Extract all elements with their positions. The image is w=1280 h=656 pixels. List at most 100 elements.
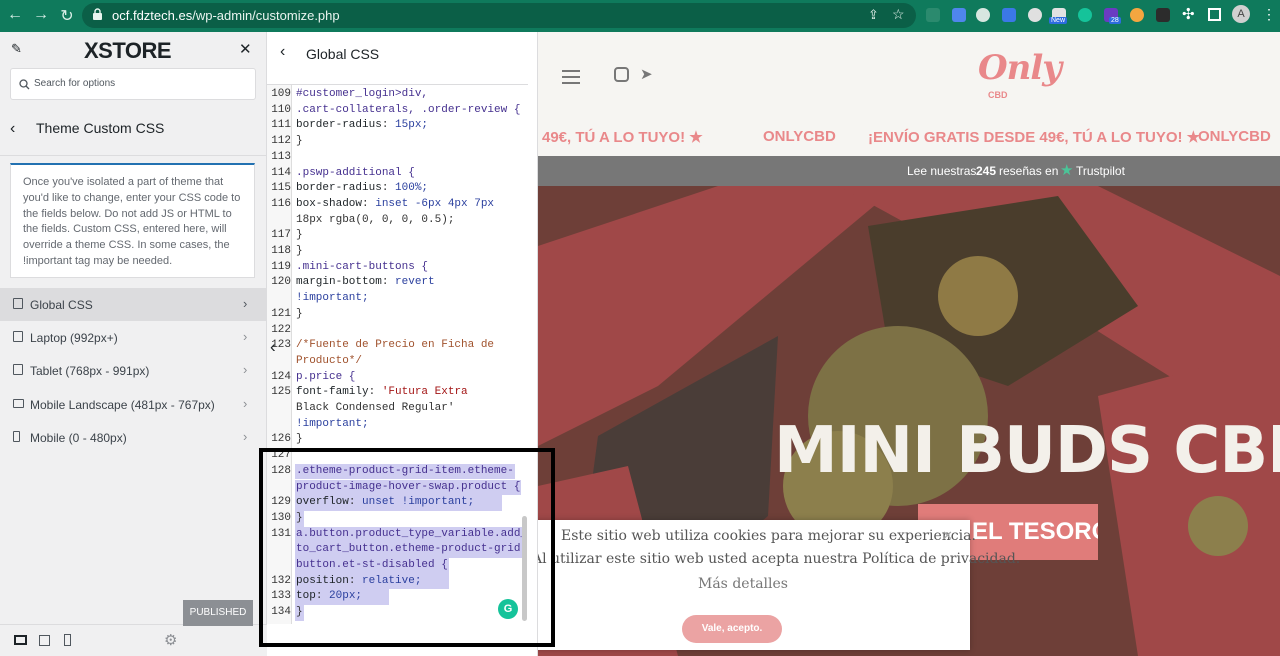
cookie-close-icon[interactable]: ✕	[942, 528, 953, 544]
code-line: Producto*/	[296, 354, 363, 367]
cookie-banner: Este sitio web utiliza cookies para mejo…	[538, 520, 1020, 650]
url-text: ocf.fdztech.es/wp-admin/customize.php	[112, 8, 340, 23]
extension-count-badge: 28	[1109, 17, 1121, 24]
telegram-icon[interactable]: ➤	[640, 65, 653, 83]
browser-toolbar: ← → ↻ ocf.fdztech.es/wp-admin/customize.…	[0, 0, 1280, 32]
site-header: ➤ Only CBD	[538, 32, 1280, 118]
marquee-item: ONLYCBD	[1198, 128, 1271, 145]
chevron-right-icon: ›	[243, 329, 248, 344]
extension-color-icon[interactable]	[1130, 8, 1144, 22]
hero-title: MINI BUDS CBD	[774, 414, 1280, 488]
code-line: !important;	[296, 292, 369, 305]
back-chevron-icon[interactable]: ‹	[280, 43, 285, 61]
lock-icon	[93, 8, 102, 20]
reload-icon[interactable]: ↻	[57, 6, 77, 26]
line-number: 111	[271, 119, 291, 132]
profile-avatar[interactable]: A	[1232, 5, 1250, 23]
settings-gear-icon[interactable]: ⚙	[164, 631, 177, 649]
sidebar-item-mobile-landscape[interactable]: Mobile Landscape (481px - 767px) ›	[0, 388, 267, 421]
grammarly-extension-icon[interactable]	[1078, 8, 1092, 22]
extension-camera-icon[interactable]	[1028, 8, 1042, 22]
cookie-accept-button[interactable]: Vale, acepto.	[682, 615, 782, 643]
xstore-logo: XSTORE	[84, 38, 172, 63]
sidepanel-icon[interactable]	[1208, 8, 1221, 21]
line-number: 110	[271, 103, 291, 116]
code-line: margin-bottom: revert	[296, 276, 435, 289]
extension-globe-icon[interactable]	[976, 8, 990, 22]
trustpilot-strip: Lee nuestras 245 reseñas en ★ Trustpilot	[538, 156, 1280, 186]
sidebar-item-label: Global CSS	[30, 298, 93, 312]
code-line: font-family: 'Futura Extra	[296, 386, 468, 399]
line-number: 112	[271, 135, 291, 148]
extension-icon[interactable]	[926, 8, 940, 22]
extension-doc-icon[interactable]	[952, 8, 966, 22]
back-chevron-icon[interactable]: ‹	[10, 120, 15, 138]
marquee-item: ¡ENVÍO GRATIS DESDE 49€, TÚ A LO TUYO! ★	[868, 129, 1201, 146]
close-icon[interactable]: ✕	[239, 40, 252, 58]
sidebar-item-label: Mobile Landscape (481px - 767px)	[30, 398, 215, 412]
bookmark-star-icon[interactable]: ☆	[892, 6, 905, 23]
cookie-text-line2: Al utilizar este sitio web usted acepta …	[538, 551, 1021, 567]
extension-x-icon[interactable]	[1156, 8, 1170, 22]
tablet-icon	[13, 364, 23, 375]
code-line: border-radius: 100%;	[296, 182, 429, 195]
section-title: Theme Custom CSS	[36, 120, 165, 136]
trustpilot-brand[interactable]: Trustpilot	[1076, 164, 1125, 178]
code-line: }	[296, 245, 303, 257]
chevron-right-icon: ›	[243, 296, 248, 311]
line-number: 124	[271, 370, 291, 383]
code-line: .cart-collaterals, .order-review {	[296, 103, 521, 116]
search-input[interactable]: Search for options	[10, 68, 256, 100]
cookie-more-link[interactable]: Más detalles	[698, 576, 788, 592]
extension-new-badge: New	[1049, 17, 1068, 24]
share-icon[interactable]: ⇪	[868, 7, 879, 23]
menu-kebab-icon[interactable]: ⋮	[1262, 6, 1276, 23]
line-number: 118	[271, 245, 291, 257]
instagram-icon[interactable]	[614, 67, 629, 82]
code-line: box-shadow: inset -6px 4px 7px	[296, 197, 495, 210]
site-logo[interactable]: Only	[978, 48, 1062, 88]
address-bar[interactable]: ocf.fdztech.es/wp-admin/customize.php ⇪ …	[82, 3, 916, 28]
preview-tablet-icon[interactable]	[39, 635, 50, 646]
line-number: 117	[271, 229, 291, 242]
line-number: 119	[271, 260, 291, 273]
code-line: }	[296, 135, 303, 148]
sidebar-item-global-css[interactable]: Global CSS ›	[0, 288, 267, 321]
marquee-item: 49€, TÚ A LO TUYO! ★	[542, 129, 703, 146]
line-number: 116	[271, 197, 291, 210]
preview-mobile-icon[interactable]	[64, 634, 71, 646]
hamburger-menu-icon[interactable]	[562, 70, 580, 72]
customizer-sidebar: ✎ XSTORE ✕ Search for options ‹ Theme Cu…	[0, 32, 267, 656]
line-number: 122	[271, 323, 291, 336]
back-icon[interactable]: ←	[5, 6, 25, 24]
line-number: 120	[271, 276, 291, 289]
section-description: Once you've isolated a part of theme tha…	[10, 163, 255, 278]
code-line: /*Fuente de Precio en Ficha de	[296, 339, 495, 352]
code-line: !important;	[296, 417, 369, 430]
landscape-icon	[13, 399, 24, 408]
sidebar-item-label: Tablet (768px - 991px)	[30, 364, 150, 378]
sidebar-item-laptop[interactable]: Laptop (992px+) ›	[0, 321, 267, 354]
extension-translate-icon[interactable]	[1002, 8, 1016, 22]
panel-title: Global CSS	[306, 46, 380, 62]
sidebar-item-label: Laptop (992px+)	[30, 331, 118, 345]
forward-icon[interactable]: →	[31, 6, 51, 24]
line-number: 121	[271, 307, 291, 320]
publish-button[interactable]: PUBLISHED	[183, 600, 253, 626]
chevron-right-icon: ›	[243, 396, 248, 411]
sidebar-item-mobile[interactable]: Mobile (0 - 480px) ›	[0, 421, 267, 454]
collapse-sidebar-icon[interactable]: ‹	[270, 337, 276, 357]
section-header: ‹ Theme Custom CSS	[0, 108, 267, 156]
sidebar-item-tablet[interactable]: Tablet (768px - 991px) ›	[0, 354, 267, 387]
announcement-marquee: 49€, TÚ A LO TUYO! ★ ONLYCBD ¡ENVÍO GRAT…	[538, 118, 1280, 156]
extensions-puzzle-icon[interactable]: ✣	[1182, 5, 1195, 23]
preview-desktop-icon[interactable]	[14, 635, 27, 645]
pin-icon[interactable]: ✎	[11, 41, 22, 57]
chevron-right-icon: ›	[243, 362, 248, 377]
sidebar-item-label: Mobile (0 - 480px)	[30, 431, 127, 445]
line-number: 125	[271, 386, 291, 399]
code-line: p.price {	[296, 370, 356, 383]
trustpilot-prefix: Lee nuestras	[907, 164, 977, 178]
review-count: 245	[976, 164, 997, 178]
code-line: .mini-cart-buttons {	[296, 260, 429, 273]
